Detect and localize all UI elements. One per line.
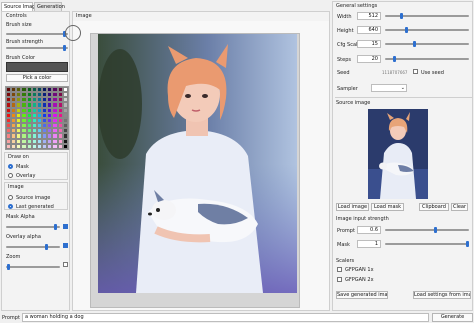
strength-mask-handle[interactable] (466, 241, 469, 247)
image-source-label: Source image (16, 195, 51, 201)
use-seed-checkbox[interactable] (413, 69, 418, 74)
seed-label: Seed (337, 70, 350, 76)
width-label: Width (337, 14, 352, 20)
strength-prompt-slider[interactable] (385, 227, 469, 233)
image-panel-title: Image (76, 13, 92, 19)
draw-on-title: Draw on (8, 154, 29, 160)
seed-value[interactable]: 1118707667 (382, 70, 407, 75)
load-settings-from-image-button[interactable]: Load settings from image (413, 291, 471, 299)
source-image-preview[interactable] (368, 109, 428, 199)
mask-alpha-checkbox[interactable] (63, 224, 68, 229)
overlay-alpha-checkbox[interactable] (63, 243, 68, 248)
sampler-dropdown[interactable]: ⌄ (371, 84, 407, 92)
strength-mask-spinbox[interactable]: 1 (357, 240, 381, 248)
app-window: Source Image Generation Controls Brush s… (0, 0, 474, 323)
generate-button[interactable]: Generate (432, 313, 473, 322)
gfpgan-1x-checkbox[interactable] (337, 267, 342, 272)
brush-strength-slider[interactable] (6, 45, 68, 51)
clear-button[interactable]: Clear (451, 203, 468, 211)
gfpgan-1x-label: GFPGAN 1x (345, 267, 374, 273)
strength-prompt-spinbox[interactable]: 0.6 (357, 226, 381, 234)
strength-mask-label: Mask (337, 242, 350, 248)
steps-slider[interactable] (385, 56, 469, 62)
zoom-label: Zoom (6, 254, 21, 260)
image-canvas-area[interactable] (65, 21, 329, 310)
tab-generation[interactable]: Generation (34, 2, 65, 11)
prompt-input[interactable]: a woman holding a dog (22, 313, 429, 322)
mask-alpha-handle[interactable] (54, 224, 57, 230)
strength-mask-slider[interactable] (385, 241, 469, 247)
brush-color-swatch[interactable] (6, 62, 68, 72)
source-image-title: Source image (336, 100, 371, 106)
draw-on-overlay-radio[interactable] (8, 173, 13, 178)
brush-cursor (65, 25, 81, 41)
controls-title: Controls (6, 13, 27, 19)
height-slider[interactable] (385, 27, 469, 33)
width-handle[interactable] (400, 13, 403, 19)
draw-on-overlay-label: Overlay (16, 173, 36, 179)
tab-source-image[interactable]: Source Image (1, 2, 38, 11)
cfg-scale-slider[interactable] (385, 41, 469, 47)
overlay-alpha-label: Overlay alpha (6, 234, 41, 240)
image-source-radio[interactable] (8, 195, 13, 200)
overlay-alpha-handle[interactable] (45, 244, 48, 250)
draw-on-group: Draw on Mask Overlay (4, 152, 68, 180)
brush-size-label: Brush size (6, 22, 32, 28)
load-mask-button[interactable]: Load mask (371, 203, 404, 211)
strength-prompt-handle[interactable] (434, 227, 437, 233)
image-input-strength-title: Image input strength (336, 216, 389, 222)
brush-color-label: Brush Color (6, 55, 36, 61)
sampler-label: Sampler (337, 86, 358, 92)
brush-strength-label: Brush strength (6, 39, 44, 45)
draw-on-mask-radio[interactable] (8, 164, 13, 169)
height-label: Height (337, 28, 354, 34)
steps-label: Steps (337, 57, 351, 63)
height-spinbox[interactable]: 640 (357, 26, 381, 34)
use-seed-label: Use seed (421, 70, 444, 76)
image-last-generated-label: Last generated (16, 204, 54, 210)
image-panel: Image (65, 11, 330, 311)
zoom-slider[interactable] (6, 264, 60, 270)
general-settings-title: General settings (336, 3, 378, 9)
gfpgan-2x-checkbox[interactable] (337, 277, 342, 282)
pick-color-button[interactable]: Pick a color (6, 74, 68, 82)
zoom-handle[interactable] (7, 264, 10, 270)
zoom-checkbox[interactable] (63, 262, 68, 267)
save-generated-image-button[interactable]: Save generated image (336, 291, 388, 299)
steps-handle[interactable] (393, 56, 396, 62)
height-handle[interactable] (405, 27, 408, 33)
cfg-scale-spinbox[interactable]: 15 (357, 40, 381, 48)
cfg-scale-handle[interactable] (413, 41, 416, 47)
gfpgan-2x-label: GFPGAN 2x (345, 277, 374, 283)
chevron-down-icon: ⌄ (400, 85, 405, 91)
image-group: Image Source image Last generated (4, 182, 68, 210)
width-spinbox[interactable]: 512 (357, 12, 381, 20)
palette-swatch[interactable] (62, 143, 68, 149)
clipboard-button[interactable]: Clipboard (419, 203, 449, 211)
settings-panel: General settings Width 512 Height 640 Cf… (332, 1, 473, 311)
mask-alpha-slider[interactable] (6, 224, 60, 230)
prompt-label: Prompt (2, 315, 20, 321)
image-last-generated-radio[interactable] (8, 204, 13, 209)
brush-size-slider[interactable] (6, 31, 68, 37)
overlay-alpha-slider[interactable] (6, 244, 60, 250)
mask-alpha-label: Mask Alpha (6, 214, 35, 220)
draw-on-mask-label: Mask (16, 164, 29, 170)
generated-image[interactable] (98, 34, 297, 293)
width-slider[interactable] (385, 13, 469, 19)
divider (335, 97, 472, 98)
brush-strength-handle[interactable] (63, 45, 66, 51)
steps-spinbox[interactable]: 20 (357, 55, 381, 63)
image-group-title: Image (8, 184, 24, 190)
scalers-title: Scalers (336, 258, 355, 264)
strength-prompt-label: Prompt (337, 228, 355, 234)
color-palette[interactable] (5, 86, 69, 150)
load-image-button[interactable]: Load image (336, 203, 369, 211)
